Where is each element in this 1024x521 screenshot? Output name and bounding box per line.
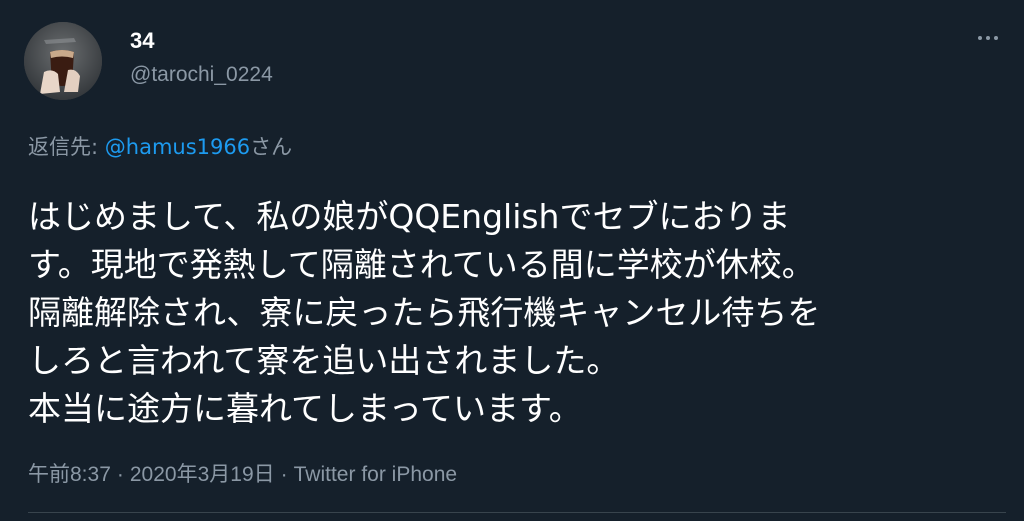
more-horizontal-icon-dot <box>994 36 998 40</box>
author-handle[interactable]: @tarochi_0224 <box>130 62 273 88</box>
replying-to-suffix: さん <box>250 135 293 159</box>
replying-to-prefix: 返信先: <box>28 135 105 159</box>
tweet-text: はじめまして、私の娘がQQEnglishでセブにおりま す。現地で発熱して隔離さ… <box>28 193 988 433</box>
more-options-button[interactable] <box>970 24 1006 52</box>
tweet-time[interactable]: 午前8:37 <box>28 463 111 486</box>
divider <box>28 512 1006 513</box>
more-horizontal-icon <box>978 36 982 40</box>
tweet-text-line: す。現地で発熱して隔離されている間に学校が休校。 <box>28 245 815 284</box>
tweet-meta: 午前8:37 · 2020年3月19日 · Twitter for iPhone <box>28 462 457 488</box>
tweet-date[interactable]: 2020年3月19日 <box>130 463 275 486</box>
author-display-name[interactable]: 34 <box>130 28 154 54</box>
tweet-text-line: 隔離解除され、寮に戻ったら飛行機キャンセル待ちを <box>28 293 821 332</box>
replying-to: 返信先: @hamus1966さん <box>28 133 292 161</box>
reply-mention-link[interactable]: @hamus1966 <box>105 135 250 159</box>
tweet-source[interactable]: Twitter for iPhone <box>294 463 457 486</box>
tweet-text-line: はじめまして、私の娘がQQEnglishでセブにおりま <box>28 197 791 236</box>
meta-separator: · <box>280 463 288 486</box>
more-horizontal-icon-dot <box>986 36 990 40</box>
tweet-text-line: しろと言われて寮を追い出されました。 <box>28 341 620 380</box>
tweet-text-line: 本当に途方に暮れてしまっています。 <box>28 389 582 428</box>
avatar[interactable] <box>24 22 102 100</box>
avatar-photo <box>24 22 102 100</box>
tweet-card: 34 @tarochi_0224 返信先: @hamus1966さん はじめまし… <box>0 0 1024 521</box>
meta-separator: · <box>116 463 124 486</box>
